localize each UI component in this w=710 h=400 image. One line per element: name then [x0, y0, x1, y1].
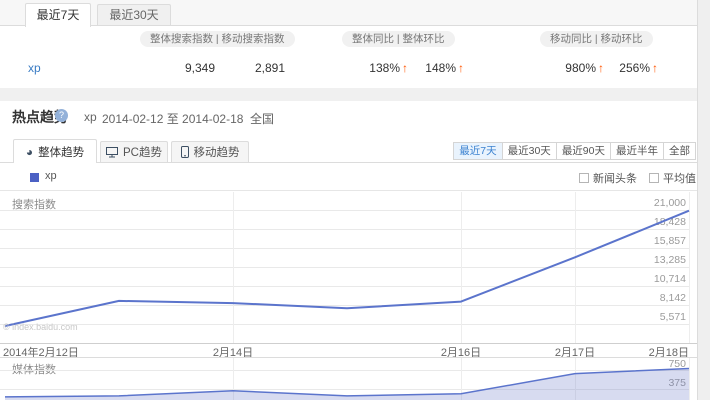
watermark: © index.baidu.com [3, 322, 78, 332]
monitor-icon [106, 147, 118, 158]
mobile-icon [181, 146, 189, 158]
tab-pc-trend[interactable]: PC趋势 [100, 141, 168, 163]
tab-last-7-days[interactable]: 最近7天 [25, 3, 91, 27]
average-checkbox[interactable] [649, 173, 659, 183]
news-headlines-label[interactable]: 新闻头条 [593, 170, 637, 186]
header-overall-compare-group: 整体同比 | 整体环比 [342, 31, 455, 47]
range-last-7-days[interactable]: 最近7天 [454, 143, 501, 159]
pie-chart-icon: ◕ [26, 146, 33, 158]
range-all[interactable]: 全部 [663, 143, 695, 159]
mobile-search-index-value: 2,891 [215, 61, 285, 75]
up-arrow-icon: ↑ [652, 62, 658, 74]
overall-mom-number: 148% [425, 61, 456, 75]
mobile-mom-value: 256% ↑ [588, 61, 658, 75]
tab-overall-trend[interactable]: ◕ 整体趋势 [13, 139, 97, 163]
search-index-line-chart[interactable] [0, 190, 697, 343]
overlay-checkbox-row: 新闻头条 平均值 [579, 170, 696, 186]
range-last-30-days[interactable]: 最近30天 [502, 143, 556, 159]
header-search-index-group: 整体搜索指数 | 移动搜索指数 [140, 31, 295, 47]
keyword-link[interactable]: xp [28, 61, 41, 75]
range-last-half-year[interactable]: 最近半年 [610, 143, 663, 159]
tab-pc-trend-label: PC趋势 [123, 144, 162, 160]
up-arrow-icon: ↑ [458, 62, 464, 74]
trend-date-range: 2014-02-12 至 2014-02-18 [102, 110, 243, 127]
section-divider [0, 88, 710, 101]
help-icon[interactable]: ? [55, 109, 68, 122]
overall-mom-value: 148% ↑ [394, 61, 464, 75]
trend-region: 全国 [250, 110, 274, 127]
page-background-strip [697, 0, 710, 400]
media-index-area-chart[interactable] [0, 357, 697, 400]
trend-keyword: xp [84, 110, 97, 124]
range-last-90-days[interactable]: 最近90天 [556, 143, 610, 159]
legend-swatch[interactable] [30, 173, 39, 182]
legend-label[interactable]: xp [45, 170, 57, 182]
tab-overall-trend-label: 整体趋势 [38, 144, 84, 160]
average-label[interactable]: 平均值 [663, 170, 696, 186]
header-mobile-compare-group: 移动同比 | 移动环比 [540, 31, 653, 47]
tab-mobile-trend[interactable]: 移动趋势 [171, 141, 249, 163]
overall-search-index-value: 9,349 [145, 61, 215, 75]
range-button-group: 最近7天 最近30天 最近90天 最近半年 全部 [453, 142, 696, 160]
tab-mobile-trend-label: 移动趋势 [194, 144, 240, 160]
tab-last-30-days[interactable]: 最近30天 [97, 4, 171, 26]
mobile-mom-number: 256% [619, 61, 650, 75]
news-headlines-checkbox[interactable] [579, 173, 589, 183]
